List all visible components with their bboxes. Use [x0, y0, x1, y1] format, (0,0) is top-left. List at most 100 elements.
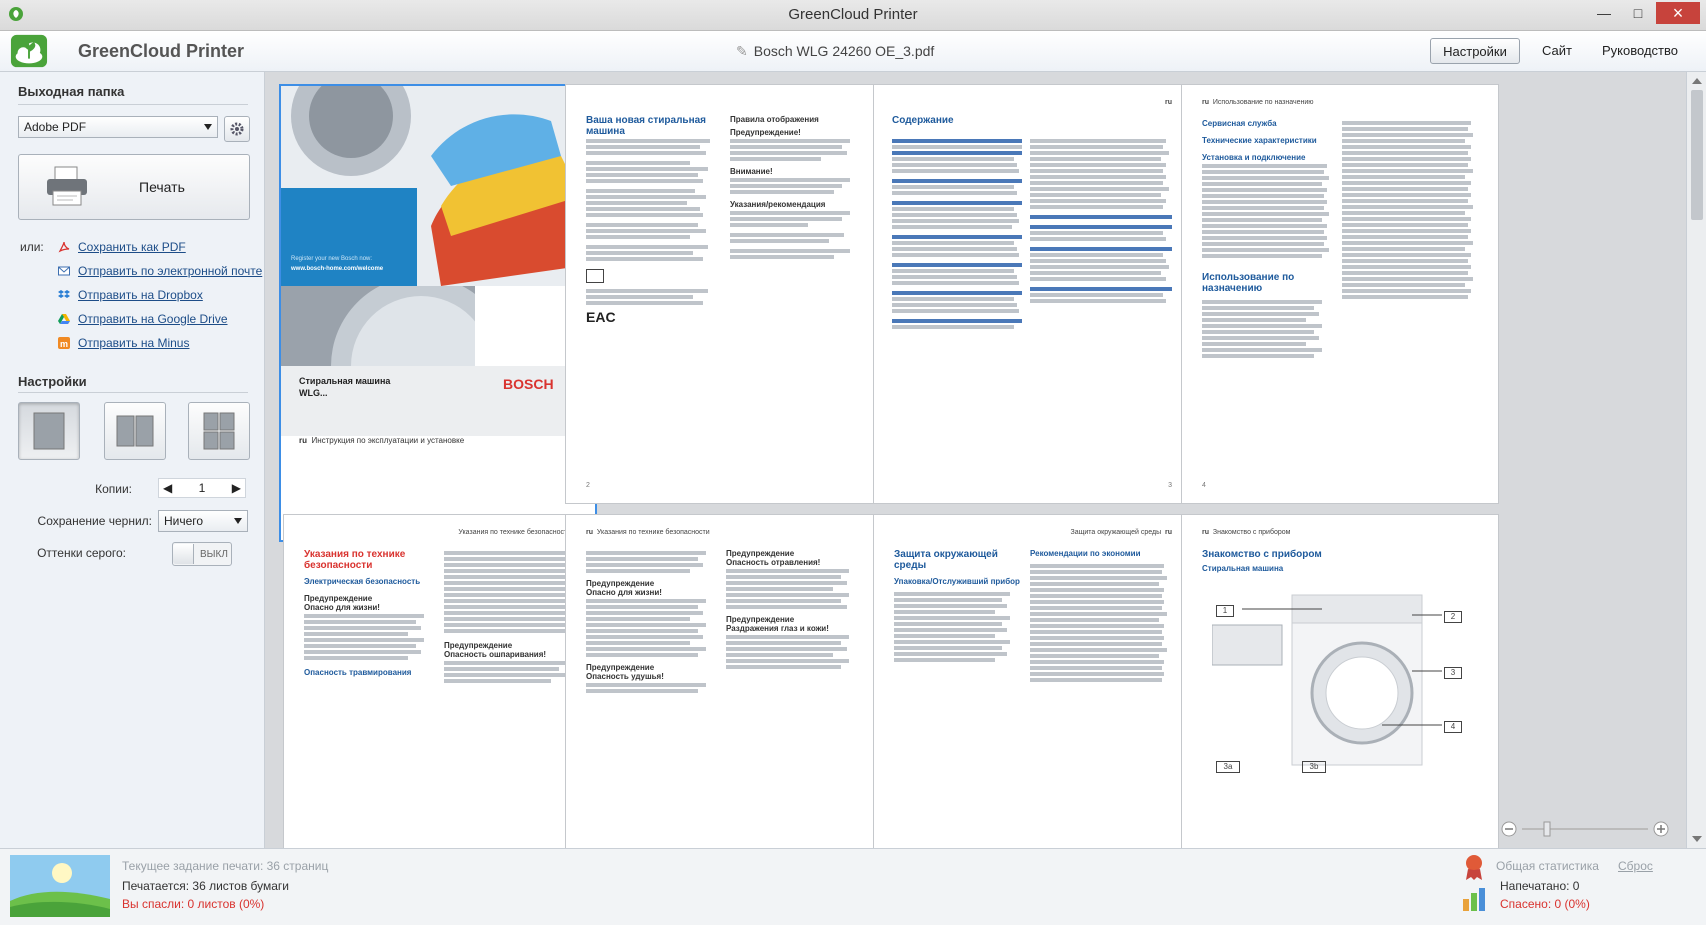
layout-2-pages-button[interactable] [104, 402, 166, 460]
page-column: Указания по технике безопасности Электри… [304, 549, 434, 677]
settings-button[interactable]: Настройки [1430, 38, 1520, 64]
page-column: Рекомендации по экономии [1030, 549, 1170, 684]
app-header: GreenCloud Printer ✎ Bosch WLG 24260 OE_3… [0, 31, 1706, 72]
callout-3a: 3a [1216, 761, 1240, 773]
page-header-text: Защита окружающей среды [1070, 529, 1162, 536]
cover-title-band: Стиральная машина WLG... BOSCH [281, 366, 595, 436]
warning-label: Опасно для жизни! [586, 588, 662, 597]
ink-saving-value: Ничего [164, 514, 204, 528]
copies-value: 1 [198, 481, 206, 495]
page-preview-area[interactable]: Register your new Bosch now: www.bosch-h… [265, 72, 1686, 848]
page-thumbnail-1[interactable]: Register your new Bosch now: www.bosch-h… [279, 84, 597, 542]
warning-label: Опасность ошпаривания! [444, 650, 547, 659]
cover-register: Register your new Bosch now: [291, 256, 373, 262]
page-title: Содержание [892, 115, 954, 126]
bosch-logo: BOSCH [503, 376, 554, 392]
zoom-slider[interactable] [1500, 820, 1670, 838]
settings-title: Настройки [18, 374, 87, 389]
output-folder-value: Adobe PDF [24, 120, 87, 134]
layout-1-page-button[interactable] [18, 402, 80, 460]
page-subtitle: Стиральная машина [1202, 564, 1284, 573]
vertical-scrollbar[interactable] [1686, 72, 1706, 848]
app-name: GreenCloud Printer [78, 41, 245, 61]
page-thumbnail-6[interactable]: ru Указания по технике безопасности Пред… [565, 514, 883, 848]
print-button[interactable]: Печать [18, 154, 250, 220]
page-content: Знакомство с прибором Стиральная машина [1202, 549, 1482, 573]
page-column: Предупреждение Опасность отравления! Пре… [726, 549, 860, 671]
page-thumbnail-2[interactable]: Ваша новая стиральная машина EAC Правила… [565, 84, 883, 504]
warning-label: Раздражения глаз и кожи! [726, 624, 829, 633]
page-header-text: Указания по технике безопасности [596, 529, 710, 536]
document-filename: Bosch WLG 24260 OE_3.pdf [753, 43, 935, 59]
layout-4-pages-button[interactable] [188, 402, 250, 460]
grayscale-label: Оттенки серого: [37, 546, 126, 560]
current-job-status: Текущее задание печати: 36 страниц [122, 859, 329, 873]
page-thumbnail-8[interactable]: ru Знакомство с прибором Знакомство с пр… [1181, 514, 1499, 848]
document-name: ✎ Bosch WLG 24260 OE_3.pdf [736, 43, 934, 60]
page-subtitle: Электрическая безопасность [304, 577, 421, 586]
printed-total: Напечатано: 0 [1500, 879, 1580, 893]
award-ribbon-icon [1466, 855, 1482, 880]
warning-label: Предупреждение [586, 579, 655, 588]
send-dropbox-link[interactable]: Отправить на Dropbox [58, 286, 203, 304]
toc-item: Сервисная служба [1202, 119, 1277, 128]
cover-lang: ru [299, 436, 307, 445]
page-thumbnail-4[interactable]: ru Использование по назначению Сервисная… [1181, 84, 1499, 504]
warning-label: Предупреждение [726, 615, 795, 624]
four-pages-layout-icon [203, 412, 235, 450]
page-subtitle: Упаковка/Отслуживший прибор [894, 577, 1020, 586]
svg-text:m: m [60, 339, 68, 349]
page-thumbnail-3[interactable]: ru Содержание 3 [873, 84, 1191, 504]
scroll-thumb[interactable] [1691, 90, 1703, 220]
guide-button[interactable]: Руководство [1602, 38, 1706, 62]
two-pages-layout-icon [116, 415, 154, 447]
page-column: Защита окружающей среды Упаковка/Отслужи… [894, 549, 1020, 664]
page-subtitle: Рекомендации по экономии [1030, 549, 1141, 558]
scroll-up-icon[interactable] [1692, 78, 1702, 84]
send-email-link[interactable]: Отправить по электронной почте [58, 262, 262, 280]
page-thumbnail-7[interactable]: Защита окружающей среды ru Защита окружа… [873, 514, 1191, 848]
printer-settings-button[interactable] [224, 116, 250, 142]
warning-label: Опасность отравления! [726, 558, 821, 567]
saved-total: Спасено: 0 (0%) [1500, 897, 1590, 911]
grayscale-value: ВЫКЛ [200, 548, 228, 560]
close-button[interactable]: × [1656, 2, 1700, 24]
page-header: Указания по технике безопасности ru [458, 529, 582, 536]
decrement-arrow-icon[interactable]: ◀ [163, 481, 172, 495]
minimize-button[interactable]: — [1588, 2, 1620, 24]
cover-url: www.bosch-home.com/welcome [291, 266, 384, 272]
grayscale-toggle[interactable]: ВЫКЛ [172, 542, 232, 566]
callout-2: 2 [1444, 611, 1462, 623]
send-google-drive-link[interactable]: Отправить на Google Drive [58, 310, 228, 328]
status-footer: Текущее задание печати: 36 страниц Печат… [0, 848, 1706, 925]
save-as-pdf-link[interactable]: Сохранить как PDF [58, 238, 186, 256]
site-button[interactable]: Сайт [1532, 38, 1582, 62]
scroll-down-icon[interactable] [1692, 836, 1702, 842]
greencloud-logo-icon [10, 34, 48, 68]
callout-1: 1 [1216, 605, 1234, 617]
page-thumbnail-5[interactable]: Указания по технике безопасности ru Указ… [283, 514, 601, 848]
ink-saving-select[interactable]: Ничего [158, 510, 248, 532]
warning-label: Предупреждение [586, 663, 655, 672]
page-lang: ru [1202, 99, 1209, 106]
page-title: Использование по назначению [1202, 272, 1295, 294]
callout-3: 3 [1444, 667, 1462, 679]
alt-label: Отправить на Dropbox [78, 288, 203, 302]
page-header-text: Знакомство с прибором [1212, 529, 1291, 536]
reset-link[interactable]: Сброс [1618, 859, 1653, 873]
increment-arrow-icon[interactable]: ▶ [232, 481, 241, 495]
toc-item: Технические характеристики [1202, 136, 1317, 145]
send-minus-link[interactable]: m Отправить на Minus [58, 334, 189, 352]
callout-3b: 3b [1302, 761, 1326, 773]
warning-label: Предупреждение [304, 594, 373, 603]
chevron-down-icon [204, 124, 212, 130]
alt-label: Отправить на Minus [78, 336, 190, 350]
callout-4: 4 [1444, 721, 1462, 733]
page-content: Содержание [892, 115, 1172, 126]
toggle-knob [173, 544, 194, 564]
total-stats-title: Общая статистика [1496, 859, 1599, 873]
maximize-button[interactable]: □ [1622, 2, 1654, 24]
page-column: Сервисная служба Технические характерист… [1202, 119, 1332, 360]
copies-stepper[interactable]: ◀ 1 ▶ [158, 478, 246, 498]
output-folder-select[interactable]: Adobe PDF [18, 116, 218, 138]
